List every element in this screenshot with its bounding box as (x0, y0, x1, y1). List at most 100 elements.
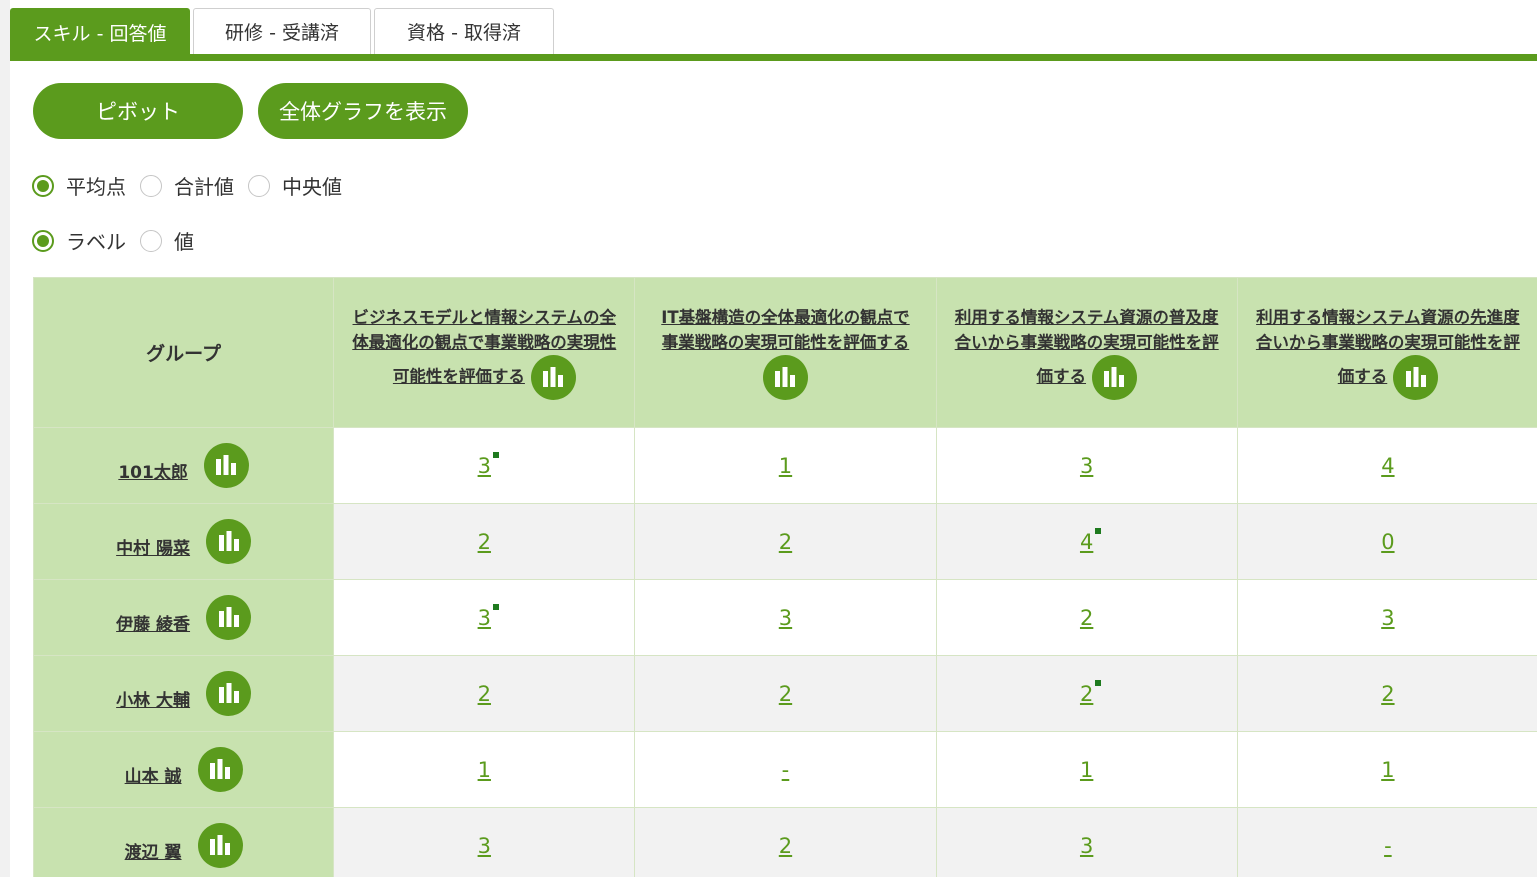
value-link[interactable]: 2 (779, 682, 792, 706)
bar-chart-icon[interactable] (1393, 355, 1438, 400)
radio-label-control[interactable] (32, 229, 54, 252)
column-header-link[interactable]: 利用する情報システム資源の先進度合いから事業戦略の実現可能性を評価する (1256, 308, 1520, 386)
radio-sum[interactable]: 合計値 (140, 171, 234, 200)
tab-skill-answers[interactable]: スキル - 回答値 (10, 8, 190, 56)
value-cell: 4 (935, 503, 1238, 580)
tab-qualification-acquired[interactable]: 資格 - 取得済 (374, 8, 554, 54)
member-name-link[interactable]: 中村 陽菜 (116, 534, 190, 559)
member-name-link[interactable]: 山本 誠 (125, 762, 182, 787)
column-header-link[interactable]: IT基盤構造の全体最適化の観点で事業戦略の実現可能性を評価する (661, 308, 909, 352)
value-text: 1 (1381, 757, 1395, 782)
value-cell: - (1236, 807, 1537, 877)
flag-marker (492, 451, 499, 458)
value-link[interactable]: 1 (1381, 758, 1394, 782)
value-link[interactable]: 2 (779, 530, 792, 554)
value-cell: - (634, 731, 937, 808)
table-row: 小林 大輔 2 2 2 2 (33, 655, 1537, 732)
radio-average-control[interactable] (32, 174, 54, 197)
value-link[interactable]: 4 (1381, 454, 1394, 478)
bar-chart-icon[interactable] (1091, 355, 1137, 400)
value-cell: 3 (333, 427, 636, 504)
value-link[interactable]: 2 (779, 834, 792, 858)
value-link[interactable]: 3 (478, 603, 499, 630)
value-link[interactable]: 3 (1381, 606, 1394, 630)
member-name-link[interactable]: 伊藤 綾香 (116, 610, 190, 635)
value-cell: 4 (1236, 427, 1537, 504)
member-name-link[interactable]: 渡辺 翼 (125, 838, 182, 863)
value-text: 2 (778, 681, 793, 706)
value-text: 2 (1381, 681, 1395, 706)
value-cell: 0 (1236, 503, 1537, 580)
bar-chart-icon[interactable] (206, 595, 252, 640)
radio-value-label: 値 (174, 230, 194, 254)
table-row: 山本 誠 1 - 1 1 (33, 731, 1537, 808)
flag-marker (1095, 679, 1102, 686)
results-table: グループ ビジネスモデルと情報システムの全体最適化の観点で事業戦略の実現性可能性… (33, 277, 1537, 877)
radio-label[interactable]: ラベル (32, 226, 126, 255)
value-link[interactable]: 1 (1080, 758, 1093, 782)
value-link[interactable]: 3 (779, 606, 792, 630)
column-header: ビジネスモデルと情報システムの全体最適化の観点で事業戦略の実現性可能性を評価する (333, 277, 636, 428)
radio-sum-control[interactable] (140, 174, 162, 197)
column-header-link[interactable]: ビジネスモデルと情報システムの全体最適化の観点で事業戦略の実現性可能性を評価する (352, 308, 616, 386)
value-text: 2 (477, 681, 491, 706)
member-name-wrap: 山本 誠 (34, 747, 333, 792)
value-text: 2 (778, 833, 793, 858)
table-row: 101太郎 3 1 3 4 (33, 427, 1537, 504)
value-link[interactable]: 3 (478, 834, 491, 858)
value-cell: 2 (935, 655, 1238, 732)
tab-training-completed[interactable]: 研修 - 受講済 (193, 8, 371, 54)
member-name-link[interactable]: 小林 大輔 (116, 686, 190, 711)
value-cell: 1 (634, 427, 937, 504)
value-text: 3 (477, 453, 491, 478)
bar-chart-icon[interactable] (197, 823, 243, 868)
radio-label-label: ラベル (66, 230, 126, 254)
results-table-container: グループ ビジネスモデルと情報システムの全体最適化の観点で事業戦略の実現性可能性… (33, 277, 1537, 877)
value-link[interactable]: 3 (1080, 454, 1093, 478)
value-link[interactable]: - (1384, 834, 1392, 858)
tab-underline (10, 54, 1537, 61)
value-link[interactable]: 1 (478, 758, 491, 782)
column-header: 利用する情報システム資源の普及度合いから事業戦略の実現可能性を評価する (935, 277, 1238, 428)
value-link[interactable]: 2 (1381, 682, 1394, 706)
value-link[interactable]: 2 (1080, 606, 1093, 630)
show-graph-button[interactable]: 全体グラフを表示 (258, 83, 468, 139)
value-cell: 1 (935, 731, 1238, 808)
column-header: 利用する情報システム資源の先進度合いから事業戦略の実現可能性を評価する (1236, 277, 1537, 428)
member-name-link[interactable]: 101太郎 (118, 458, 188, 483)
radio-median[interactable]: 中央値 (248, 171, 342, 200)
value-link[interactable]: 3 (1080, 834, 1093, 858)
bar-chart-icon[interactable] (197, 747, 243, 792)
tab-bar: スキル - 回答値 研修 - 受講済 資格 - 取得済 (10, 8, 557, 56)
radio-median-control[interactable] (248, 174, 270, 197)
value-link[interactable]: 2 (478, 530, 491, 554)
radio-value[interactable]: 値 (140, 226, 194, 255)
bar-chart-icon[interactable] (762, 355, 808, 400)
bar-chart-icon[interactable] (206, 519, 252, 564)
column-header: IT基盤構造の全体最適化の観点で事業戦略の実現可能性を評価する (634, 277, 937, 428)
value-link[interactable]: 2 (478, 682, 491, 706)
value-text: 3 (778, 605, 793, 630)
bar-chart-icon[interactable] (530, 355, 576, 400)
table-header-row: グループ ビジネスモデルと情報システムの全体最適化の観点で事業戦略の実現性可能性… (33, 277, 1537, 428)
value-link[interactable]: 0 (1381, 530, 1394, 554)
aggregate-radio-group: 平均点 合計値 中央値 (32, 171, 356, 200)
bar-chart-icon[interactable] (203, 443, 249, 488)
member-name-wrap: 渡辺 翼 (34, 823, 333, 868)
member-name-cell: 中村 陽菜 (33, 503, 335, 580)
value-link[interactable]: - (782, 758, 790, 782)
bar-chart-icon[interactable] (206, 671, 252, 716)
radio-average[interactable]: 平均点 (32, 171, 126, 200)
value-link[interactable]: 4 (1079, 527, 1102, 554)
value-text: 2 (1079, 605, 1094, 630)
radio-value-control[interactable] (140, 229, 162, 252)
value-link[interactable]: 3 (477, 451, 499, 478)
column-header-link[interactable]: 利用する情報システム資源の普及度合いから事業戦略の実現可能性を評価する (955, 308, 1219, 386)
flag-marker (492, 603, 499, 610)
value-text: 4 (1079, 529, 1094, 554)
value-link[interactable]: 1 (779, 454, 792, 478)
value-link[interactable]: 2 (1080, 679, 1102, 706)
member-name-cell: 小林 大輔 (33, 655, 335, 732)
value-text: 3 (477, 833, 491, 858)
pivot-button[interactable]: ピボット (33, 83, 243, 139)
